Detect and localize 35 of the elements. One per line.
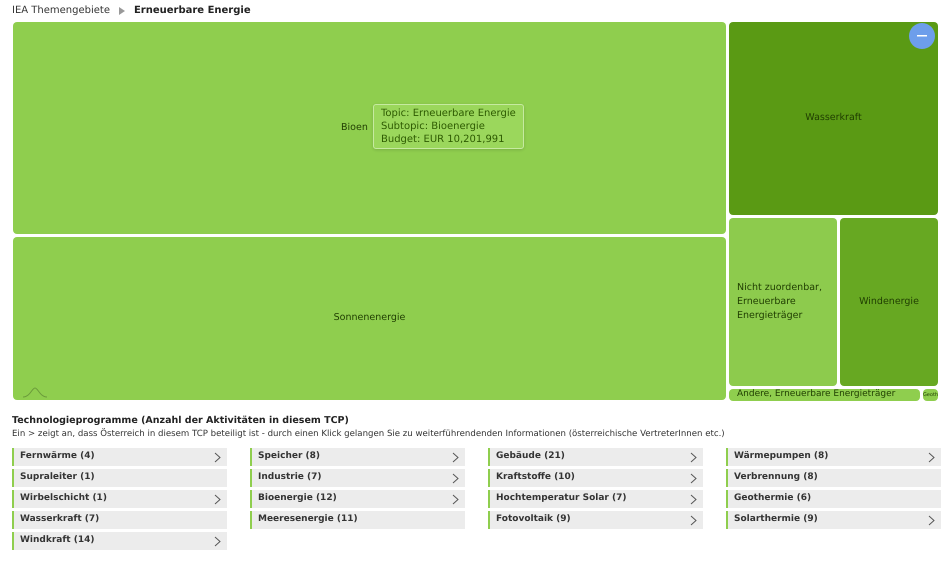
program-item[interactable]: Kraftstoffe (10) (488, 469, 703, 488)
program-item[interactable]: Geothermie (6) (726, 490, 941, 508)
program-item[interactable]: Fotovoltaik (9) (488, 511, 703, 530)
tile-label: Nicht zuordenbar, Erneuerbare Energieträger (736, 280, 823, 324)
program-item[interactable]: Wärmepumpen (8) (726, 448, 941, 466)
minus-icon (917, 35, 927, 37)
program-item[interactable]: Gebäude (21) (488, 448, 703, 466)
curve-icon (22, 386, 48, 398)
tile-label: Sonnenenergie (332, 311, 406, 326)
treemap-tile[interactable]: Wasserkraft (729, 22, 938, 215)
tile-label: Wasserkraft (804, 111, 863, 126)
treemap-tile[interactable]: Andere, Erneuerbare Energieträger (729, 389, 920, 401)
program-item[interactable]: Wasserkraft (7) (12, 511, 227, 530)
breadcrumb-link[interactable]: IEA Themengebiete (12, 3, 110, 18)
program-item[interactable]: Fernwärme (4) (12, 448, 227, 466)
treemap-tile[interactable]: Nicht zuordenbar, Erneuerbare Energieträger (729, 218, 837, 386)
treemap-tile[interactable]: Windenergie (840, 218, 938, 386)
program-item[interactable]: Industrie (7) (250, 469, 465, 488)
treemap-tile[interactable]: Sonnenenergie (13, 237, 726, 400)
program-item[interactable]: Hochtemperatur Solar (7) (488, 490, 703, 508)
tile-label: Andere, Erneuerbare Energieträger (736, 389, 896, 401)
tooltip: Topic: Erneuerbare Energie Subtopic: Bioenergie Budget: EUR 10,201,991 (373, 104, 524, 149)
program-item[interactable]: Meeresenergie (11) (250, 511, 465, 530)
program-item[interactable]: Speicher (8) (250, 448, 465, 466)
tile-label: Bioen (340, 120, 369, 135)
program-item[interactable]: Wirbelschicht (1) (12, 490, 227, 508)
program-item[interactable]: Verbrennung (8) (726, 469, 941, 488)
section-heading: Technologieprogramme (Anzahl der Aktivitäten in diesem TCP) (12, 414, 350, 428)
separator-icon (118, 6, 126, 14)
program-item[interactable]: Windkraft (14) (12, 532, 227, 550)
program-item[interactable]: Supraleiter (1) (12, 469, 227, 488)
tile-label: Windenergie (858, 294, 920, 309)
program-item[interactable]: Bioenergie (12) (250, 490, 465, 508)
section-note: Ein > zeigt an, dass Österreich in diesem TCP beteiligt ist - durch einen Klick gelangen Sie zu weiterführendenden Informationen (österreichische VertreterInnen etc.) (12, 428, 726, 442)
program-item[interactable]: Solarthermie (9) (726, 511, 941, 530)
